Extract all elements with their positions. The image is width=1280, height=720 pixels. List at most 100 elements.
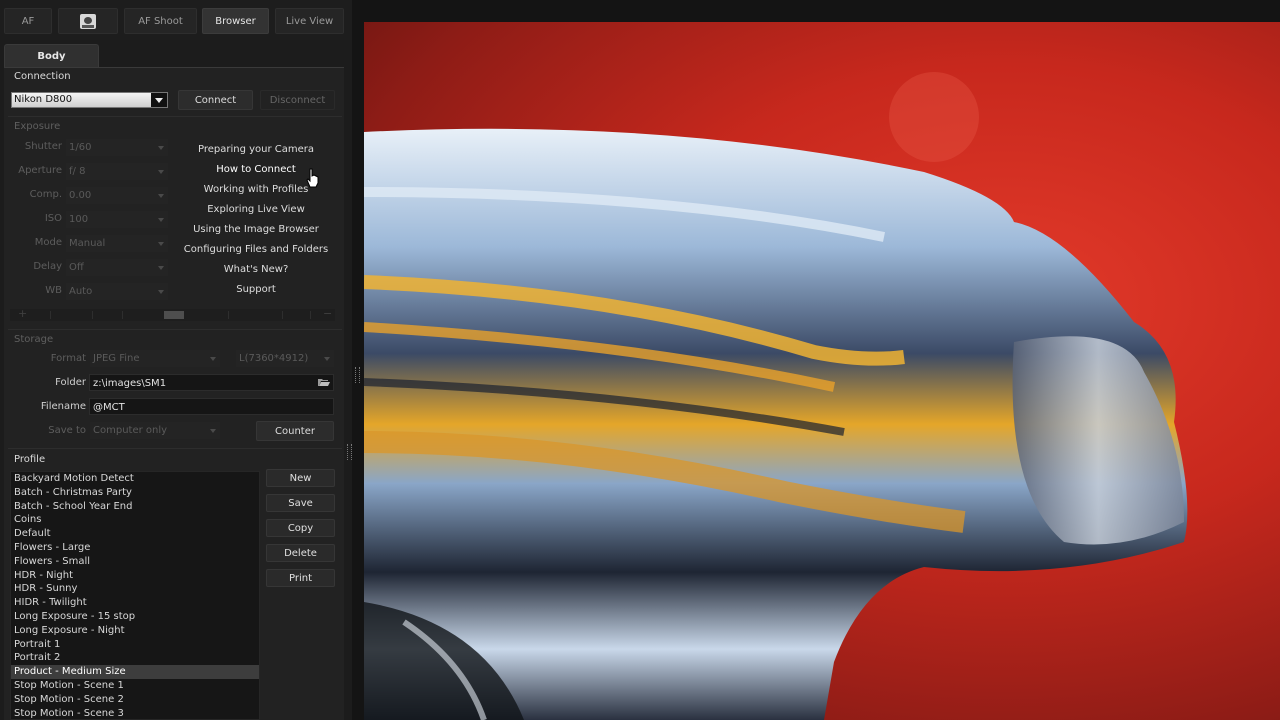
- divider: [8, 448, 342, 449]
- list-item[interactable]: Long Exposure - Night: [11, 624, 259, 638]
- slider-thumb[interactable]: [164, 311, 184, 319]
- chevron-down-icon: [158, 194, 164, 201]
- hand-cursor-icon: [306, 168, 319, 188]
- chevron-down-icon: [158, 290, 164, 297]
- disconnect-button[interactable]: Disconnect: [260, 90, 335, 110]
- profile-heading: Profile: [14, 454, 46, 465]
- list-item[interactable]: Long Exposure - 15 stop: [11, 610, 259, 624]
- list-item[interactable]: Backyard Motion Detect: [11, 472, 259, 486]
- profile-list[interactable]: Backyard Motion Detect Batch - Christmas…: [10, 471, 260, 720]
- help-link-whats-new[interactable]: What's New?: [178, 264, 334, 275]
- aperture-label: Aperture: [18, 165, 62, 176]
- aperture-select[interactable]: f/ 8: [66, 163, 168, 180]
- profile-print-button[interactable]: Print: [266, 569, 335, 587]
- list-item[interactable]: Batch - School Year End: [11, 500, 259, 514]
- aperture-value: f/ 8: [69, 166, 86, 177]
- divider: [8, 116, 342, 117]
- slider-tick: [282, 311, 283, 319]
- list-item[interactable]: Stop Motion - Scene 2: [11, 693, 259, 707]
- list-item[interactable]: Flowers - Large: [11, 541, 259, 555]
- camera-select-value: Nikon D800: [14, 94, 73, 105]
- splitter-grip[interactable]: [347, 444, 352, 460]
- list-item[interactable]: Portrait 2: [11, 651, 259, 665]
- control-panel: AF AF Shoot Browser Live View Body Conne…: [0, 0, 360, 720]
- list-item[interactable]: Default: [11, 527, 259, 541]
- camera-select[interactable]: Nikon D800: [11, 92, 168, 108]
- list-item[interactable]: Batch - Christmas Party: [11, 486, 259, 500]
- profile-new-button[interactable]: New: [266, 469, 335, 487]
- saveto-value: Computer only: [93, 425, 168, 436]
- filename-value: @MCT: [93, 402, 125, 413]
- divider: [8, 329, 342, 330]
- wb-value: Auto: [69, 286, 93, 297]
- chevron-down-icon: [151, 93, 167, 107]
- splitter-grip[interactable]: [355, 367, 360, 383]
- counter-button[interactable]: Counter: [256, 421, 334, 441]
- chevron-down-icon: [324, 357, 330, 364]
- list-item[interactable]: HIDR - Twilight: [11, 596, 259, 610]
- list-item-selected[interactable]: Product - Medium Size: [11, 665, 259, 679]
- delay-select[interactable]: Off: [66, 259, 168, 276]
- format-select[interactable]: JPEG Fine: [90, 350, 220, 367]
- list-item[interactable]: HDR - Sunny: [11, 582, 259, 596]
- chevron-down-icon: [158, 242, 164, 249]
- chevron-down-icon: [210, 357, 216, 364]
- help-link-preparing[interactable]: Preparing your Camera: [178, 144, 334, 155]
- chevron-down-icon: [158, 170, 164, 177]
- list-item[interactable]: Flowers - Small: [11, 555, 259, 569]
- profile-delete-button[interactable]: Delete: [266, 544, 335, 562]
- image-preview[interactable]: [364, 22, 1280, 720]
- folder-label: Folder: [55, 377, 86, 388]
- mode-value: Manual: [69, 238, 106, 249]
- list-item[interactable]: HDR - Night: [11, 569, 259, 583]
- connect-button[interactable]: Connect: [178, 90, 253, 110]
- top-tab-bar: AF AF Shoot Browser Live View: [0, 0, 352, 40]
- hood-ornament-photo: [364, 72, 1188, 720]
- help-link-image-browser[interactable]: Using the Image Browser: [178, 224, 334, 235]
- iso-value: 100: [69, 214, 89, 225]
- format-value: JPEG Fine: [93, 353, 140, 364]
- list-item[interactable]: Coins: [11, 513, 259, 527]
- profile-save-button[interactable]: Save: [266, 494, 335, 512]
- tab-browser[interactable]: Browser: [202, 8, 269, 34]
- slider-tick: [310, 311, 311, 319]
- wb-select[interactable]: Auto: [66, 283, 168, 300]
- exposure-slider[interactable]: + −: [10, 307, 335, 321]
- chevron-down-icon: [158, 218, 164, 225]
- mode-label: Mode: [34, 237, 62, 248]
- image-size-select[interactable]: L(7360*4912): [236, 350, 334, 367]
- mode-select[interactable]: Manual: [66, 235, 168, 252]
- tab-body[interactable]: Body: [4, 44, 99, 68]
- tab-camera[interactable]: [58, 8, 118, 34]
- tab-af-shoot[interactable]: AF Shoot: [124, 8, 197, 34]
- list-item[interactable]: Stop Motion - Scene 3: [11, 707, 259, 719]
- help-link-support[interactable]: Support: [178, 284, 334, 295]
- storage-heading: Storage: [14, 334, 54, 345]
- exposure-heading: Exposure: [14, 121, 61, 132]
- tab-af[interactable]: AF: [4, 8, 52, 34]
- help-link-live-view[interactable]: Exploring Live View: [178, 204, 334, 215]
- shutter-select[interactable]: 1/60: [66, 139, 168, 156]
- slider-tick: [228, 311, 229, 319]
- delay-value: Off: [69, 262, 84, 273]
- comp-value: 0.00: [69, 190, 92, 201]
- delay-label: Delay: [33, 261, 62, 272]
- plus-icon: +: [18, 307, 28, 320]
- profile-copy-button[interactable]: Copy: [266, 519, 335, 537]
- comp-select[interactable]: 0.00: [66, 187, 168, 204]
- help-link-files-folders[interactable]: Configuring Files and Folders: [178, 244, 334, 255]
- viewer-top-strip: [352, 0, 1280, 22]
- folder-value: z:\images\SM1: [93, 378, 167, 389]
- list-item[interactable]: Portrait 1: [11, 638, 259, 652]
- saveto-select[interactable]: Computer only: [90, 422, 220, 439]
- saveto-label: Save to: [48, 425, 86, 436]
- folder-input[interactable]: z:\images\SM1: [89, 374, 334, 391]
- iso-select[interactable]: 100: [66, 211, 168, 228]
- folder-open-icon[interactable]: [318, 378, 330, 387]
- shutter-value: 1/60: [69, 142, 92, 153]
- filename-label: Filename: [40, 401, 86, 412]
- tab-live-view[interactable]: Live View: [275, 8, 344, 34]
- list-item[interactable]: Stop Motion - Scene 1: [11, 679, 259, 693]
- filename-input[interactable]: @MCT: [89, 398, 334, 415]
- slider-tick: [122, 311, 123, 319]
